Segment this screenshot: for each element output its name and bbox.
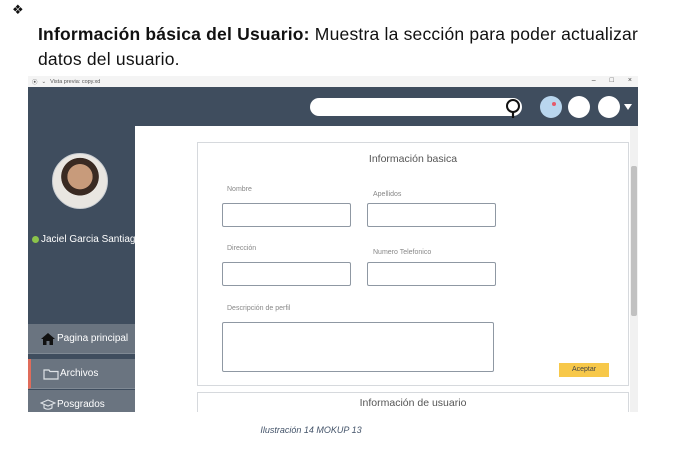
scrollbar[interactable]: [630, 126, 638, 412]
sidebar: Jaciel Garcia Santiag Pagina principal A…: [28, 126, 135, 412]
address-field[interactable]: [222, 262, 351, 286]
phone-label: Numero Telefonico: [373, 249, 432, 256]
name-label: Nombre: [227, 186, 252, 193]
main-content: Información basica Nombre Apellidos Dire…: [135, 126, 630, 412]
mockup-window: ⦿ ⌄ Vista previa: copy.xd – □ × Jaciel G…: [28, 76, 638, 412]
window-titlebar: ⦿ ⌄ Vista previa: copy.xd – □ ×: [28, 76, 638, 87]
sidebar-item-postgrad[interactable]: Posgrados: [28, 390, 135, 412]
name-field[interactable]: [222, 203, 351, 227]
notification-avatar[interactable]: [540, 96, 562, 118]
minimize-button[interactable]: –: [592, 77, 596, 84]
surname-field[interactable]: [367, 203, 496, 227]
accept-button[interactable]: Aceptar: [559, 363, 609, 377]
maximize-button[interactable]: □: [610, 77, 614, 84]
scrollbar-thumb[interactable]: [631, 166, 637, 316]
close-button[interactable]: ×: [628, 77, 632, 84]
surname-label: Apellidos: [373, 191, 402, 198]
search-icon[interactable]: [502, 97, 524, 119]
basic-info-card: Información basica Nombre Apellidos Dire…: [197, 142, 629, 386]
folder-icon: [43, 367, 59, 381]
app-icon: ⦿: [32, 80, 38, 86]
home-icon: [40, 332, 56, 346]
section-heading: Información básica del Usuario:: [38, 24, 310, 44]
search-input[interactable]: [310, 98, 522, 116]
sidebar-item-label: Archivos: [60, 368, 99, 379]
caret-down-icon[interactable]: [624, 104, 632, 110]
phone-field[interactable]: [367, 262, 496, 286]
online-status-dot: [32, 236, 39, 243]
sidebar-item-home[interactable]: Pagina principal: [28, 324, 135, 354]
user-name: Jaciel Garcia Santiag: [32, 234, 135, 245]
description-label: Descripción de perfil: [227, 305, 291, 312]
description-textarea[interactable]: [222, 322, 494, 372]
user-info-title: Información de usuario: [359, 397, 467, 409]
user-info-card: Información de usuario: [197, 392, 629, 412]
bullet-symbol: ❖: [12, 3, 24, 18]
app-header: [28, 87, 638, 126]
menu-button[interactable]: [598, 96, 620, 118]
window-title: Vista previa: copy.xd: [50, 79, 101, 85]
sidebar-item-label: Pagina principal: [57, 333, 129, 344]
sidebar-item-files[interactable]: Archivos: [28, 359, 135, 389]
sidebar-item-label: Posgrados: [57, 399, 105, 410]
chevron-down-icon[interactable]: ⌄: [42, 79, 47, 85]
address-label: Dirección: [227, 245, 257, 252]
user-name-text: Jaciel Garcia Santiag: [41, 234, 135, 245]
user-avatar: [52, 153, 108, 209]
figure-caption: Ilustración 14 MOKUP 13: [260, 425, 362, 435]
profile-button[interactable]: [568, 96, 590, 118]
section-paragraph: Información básica del Usuario: Muestra …: [38, 22, 638, 72]
graduation-cap-icon: [40, 398, 56, 412]
card-title: Información basica: [368, 153, 458, 165]
